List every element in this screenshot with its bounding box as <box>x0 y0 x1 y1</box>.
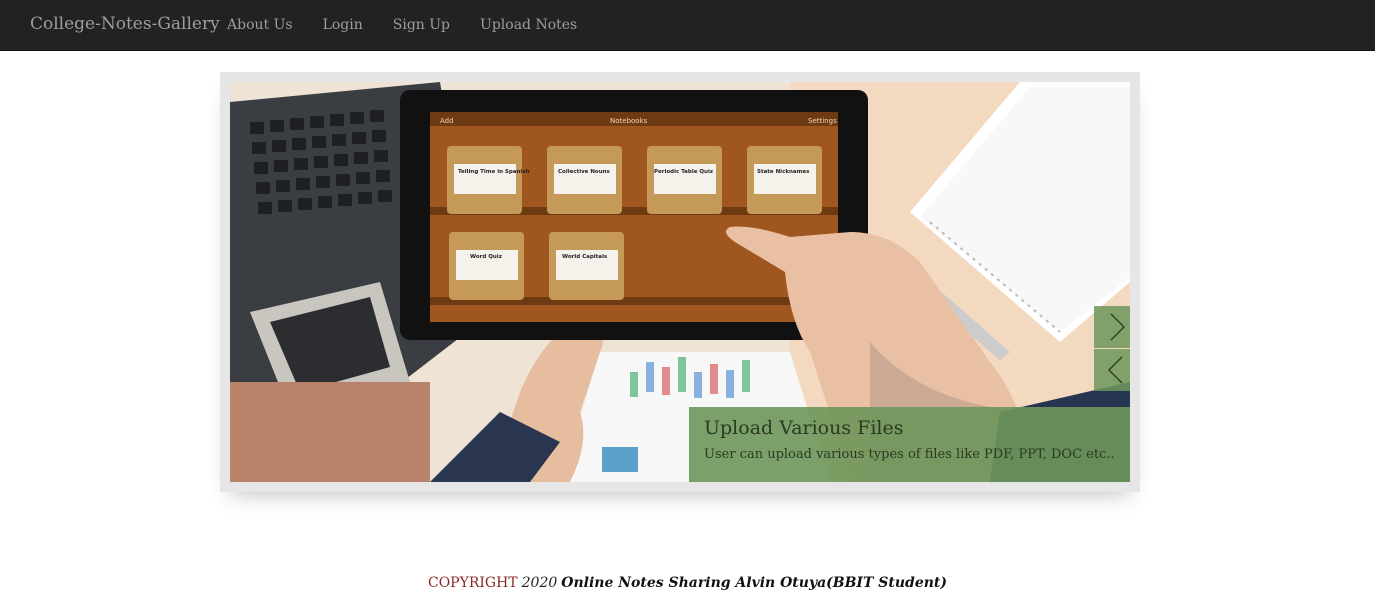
slide-caption: Upload Various Files User can upload var… <box>689 407 1130 482</box>
tablet-add-label: Add <box>440 117 454 125</box>
next-slide-button[interactable] <box>1094 306 1130 348</box>
brand-link[interactable]: College-Notes-Gallery <box>30 14 220 34</box>
chevron-right-icon <box>1110 313 1126 341</box>
slide-image: Add Notebooks Settings Telling Time in S… <box>230 82 1130 482</box>
nav-links: About Us Login Sign Up Upload Notes <box>227 17 607 33</box>
notebook-title-3: Periodic Table Quiz <box>654 169 713 175</box>
image-slider: Add Notebooks Settings Telling Time in S… <box>220 72 1140 492</box>
notebook-title-4: State Nicknames <box>757 169 810 175</box>
notebook-title-2: Collective Nouns <box>558 169 611 175</box>
notebook-title-5: Word Quiz <box>470 254 502 260</box>
footer: COPYRIGHT 2020 Online Notes Sharing Alvin … <box>0 575 1375 591</box>
footer-year: 2020 <box>521 575 558 591</box>
nav-login[interactable]: Login <box>323 17 363 33</box>
chevron-left-icon <box>1107 356 1123 384</box>
navbar: College-Notes-Gallery About Us Login Sig… <box>0 0 1375 51</box>
notebook-title-1: Telling Time in Spanish <box>458 169 530 175</box>
caption-text: User can upload various types of files l… <box>704 447 1115 462</box>
footer-text: Online Notes Sharing Alvin Otuya(BBIT St… <box>561 575 947 591</box>
nav-sign-up[interactable]: Sign Up <box>393 17 450 33</box>
nav-upload-notes[interactable]: Upload Notes <box>480 17 577 33</box>
footer-copyright: COPYRIGHT <box>427 575 518 591</box>
tablet-header-label: Notebooks <box>610 117 648 125</box>
nav-about-us[interactable]: About Us <box>227 17 293 33</box>
notebook-title-6: World Capitals <box>562 254 608 260</box>
prev-slide-button[interactable] <box>1094 349 1130 391</box>
tablet-settings-label: Settings <box>808 117 837 125</box>
caption-title: Upload Various Files <box>704 417 904 439</box>
